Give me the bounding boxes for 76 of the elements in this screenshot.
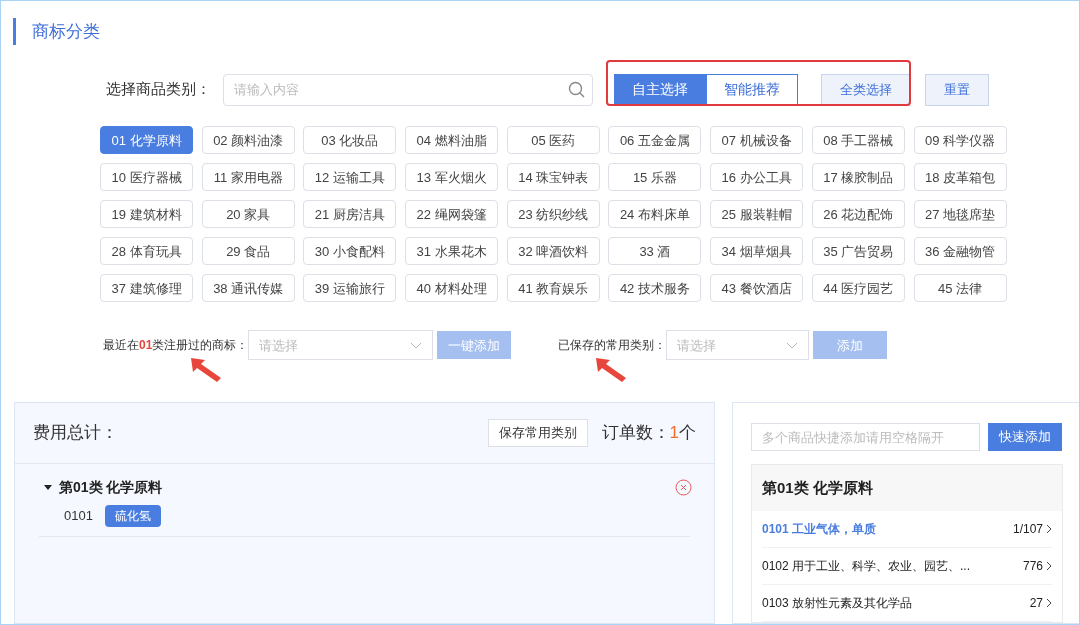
category-chip[interactable]: 44 医疗园艺 <box>811 274 905 303</box>
chevron-down-icon <box>786 341 799 349</box>
quick-add-field[interactable]: 多个商品快捷添加请用空格隔开 <box>751 423 980 451</box>
category-chip[interactable]: 34 烟草烟具 <box>710 237 804 266</box>
select-all-button[interactable]: 全类选择 <box>821 73 910 106</box>
category-chip[interactable]: 12 运输工具 <box>303 163 397 192</box>
category-chip[interactable]: 15 乐器 <box>608 163 702 192</box>
category-chip[interactable]: 32 啤酒饮料 <box>506 237 600 266</box>
section-title: 商标分类 <box>32 20 100 43</box>
subclass-row[interactable]: 0102 用于工业、科学、农业、园艺、... 776 <box>762 548 1052 585</box>
arrow-annotation <box>594 356 629 385</box>
category-chip[interactable]: 27 地毯席垫 <box>913 200 1007 229</box>
save-categories-button[interactable]: 保存常用类别 <box>487 419 588 447</box>
category-chip[interactable]: 26 花边配饰 <box>811 200 905 229</box>
category-chip[interactable]: 21 厨房洁具 <box>303 200 397 229</box>
quick-add-button[interactable]: 快速添加 <box>988 423 1062 451</box>
category-chip[interactable]: 06 五金金属 <box>608 126 702 155</box>
summary-title: 费用总计： <box>33 422 118 445</box>
subclass-code: 0101 <box>64 507 93 526</box>
category-chip[interactable]: 30 小食配料 <box>303 237 397 266</box>
mode-tab[interactable]: 自主选择 <box>614 73 706 106</box>
category-chip[interactable]: 29 食品 <box>201 237 295 266</box>
category-chip[interactable]: 24 布料床单 <box>608 200 702 229</box>
category-chip[interactable]: 19 建筑材料 <box>100 200 193 229</box>
mode-tab[interactable]: 智能推荐 <box>706 73 798 106</box>
remove-icon[interactable] <box>675 478 692 496</box>
reset-button[interactable]: 重置 <box>925 73 989 106</box>
category-chip[interactable]: 17 橡胶制品 <box>811 163 905 192</box>
category-chip[interactable]: 04 燃料油脂 <box>405 126 499 155</box>
field-label: 选择商品类别： <box>105 79 211 100</box>
category-chip[interactable]: 40 材料处理 <box>405 274 499 303</box>
chevron-right-icon <box>1046 524 1052 534</box>
search-icon[interactable] <box>568 80 585 98</box>
chevron-right-icon <box>1046 598 1052 608</box>
category-chip[interactable]: 38 通讯传媒 <box>201 274 295 303</box>
picker-label: 最近在01类注册过的商标： <box>103 337 249 355</box>
category-chip[interactable]: 10 医疗器械 <box>100 163 193 192</box>
category-chip[interactable]: 28 体育玩具 <box>100 237 193 266</box>
category-chip[interactable]: 09 科学仪器 <box>913 126 1007 155</box>
chevron-right-icon <box>1046 561 1052 571</box>
category-chip[interactable]: 37 建筑修理 <box>100 274 193 303</box>
category-chip[interactable]: 18 皮革箱包 <box>913 163 1007 192</box>
category-chip[interactable]: 20 家具 <box>201 200 295 229</box>
search-field[interactable]: 请输入内容 <box>223 73 593 106</box>
category-chip[interactable]: 07 机械设备 <box>710 126 804 155</box>
category-chip[interactable]: 42 技术服务 <box>608 274 702 303</box>
subclass-list-title: 第01类 化学原料 <box>762 477 873 498</box>
product-tag: 硫化氢 <box>104 505 161 527</box>
picker-label: 已保存的常用类别： <box>558 337 667 355</box>
category-chip[interactable]: 43 餐饮酒店 <box>710 274 804 303</box>
category-chip[interactable]: 25 服装鞋帽 <box>710 200 804 229</box>
category-chip[interactable]: 02 颜料油漆 <box>201 126 295 155</box>
category-chip[interactable]: 36 金融物管 <box>913 237 1007 266</box>
caret-down-icon[interactable] <box>43 482 53 492</box>
category-chip[interactable]: 11 家用电器 <box>201 163 295 192</box>
arrow-annotation <box>189 356 223 385</box>
subclass-row[interactable]: 0101 工业气体，单质 1/107 <box>762 511 1052 548</box>
category-chip[interactable]: 33 酒 <box>608 237 702 266</box>
order-count: 订单数：1个 <box>601 422 696 445</box>
chevron-down-icon <box>410 341 423 349</box>
category-chip[interactable]: 01 化学原料 <box>100 126 193 155</box>
category-chip[interactable]: 35 广告贸易 <box>811 237 905 266</box>
category-chip[interactable]: 08 手工器械 <box>811 126 905 155</box>
category-chip[interactable]: 13 军火烟火 <box>405 163 499 192</box>
subclass-row[interactable]: 0103 放射性元素及其化学品 27 <box>762 585 1052 622</box>
category-chip[interactable]: 45 法律 <box>913 274 1007 303</box>
category-chip[interactable]: 23 纺织纱线 <box>506 200 600 229</box>
category-chip[interactable]: 03 化妆品 <box>303 126 397 155</box>
category-chip[interactable]: 41 教育娱乐 <box>506 274 600 303</box>
category-chip[interactable]: 39 运输旅行 <box>303 274 397 303</box>
category-chip[interactable]: 22 绳网袋篷 <box>405 200 499 229</box>
group-title: 第01类 化学原料 <box>59 477 163 497</box>
category-chip[interactable]: 16 办公工具 <box>710 163 804 192</box>
category-chip[interactable]: 05 医药 <box>506 126 600 155</box>
category-chip[interactable]: 14 珠宝钟表 <box>506 163 600 192</box>
category-chip[interactable]: 31 水果花木 <box>405 237 499 266</box>
